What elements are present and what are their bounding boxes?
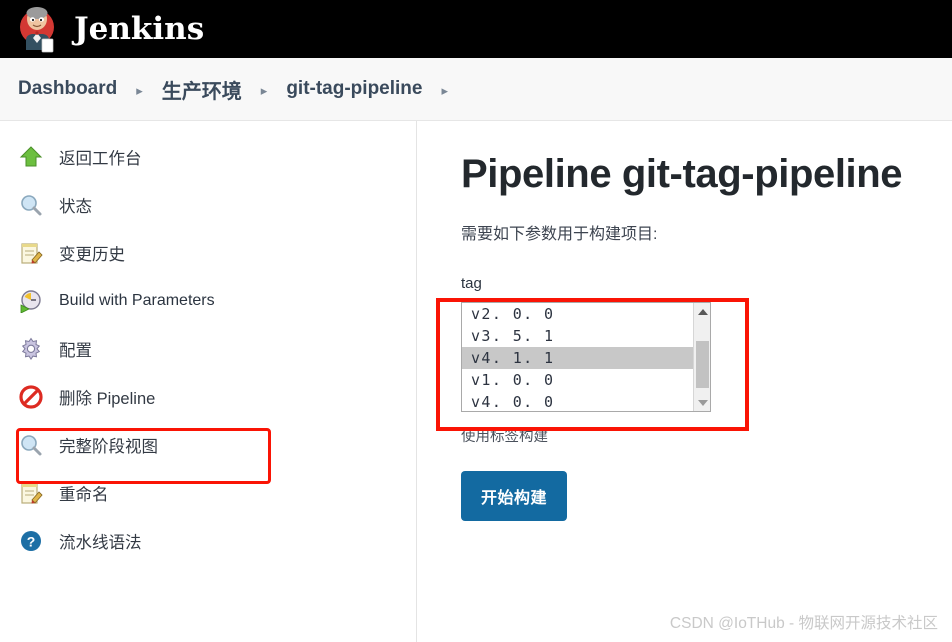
tag-select-zone: v2. 0. 0 v3. 5. 1 v4. 1. 1 v1. 0. 0 v4. … [461,302,711,412]
jenkins-butler-logo-icon[interactable] [12,4,62,54]
main-content: Pipeline git-tag-pipeline 需要如下参数用于构建项目: … [417,121,952,642]
sidebar-item-label: 流水线语法 [59,533,142,552]
sidebar-item-label: Build with Parameters [59,291,215,309]
sidebar-item-label: 完整阶段视图 [59,437,158,456]
notepad-pencil-icon [18,240,44,266]
start-build-button[interactable]: 开始构建 [461,471,568,521]
scroll-up-arrow-icon[interactable] [694,303,710,320]
magnifier-icon [18,432,44,458]
list-item[interactable]: v1. 0. 0 [462,369,710,391]
svg-text:?: ? [27,533,36,549]
chevron-right-icon: ▸ [260,82,268,98]
sidebar-item-pipeline-syntax[interactable]: ? 流水线语法 [0,527,416,554]
page-subtitle: 需要如下参数用于构建项目: [461,226,658,243]
breadcrumb-item-folder[interactable]: 生产环境 [162,75,242,104]
page-body: 返回工作台 状态 变更历史 Build with Parameters 配置 删… [0,121,952,642]
sidebar-item-delete-pipeline[interactable]: 删除 Pipeline [0,383,416,410]
sidebar-item-full-stage-view[interactable]: 完整阶段视图 [0,431,416,458]
sidebar-item-back-to-dashboard[interactable]: 返回工作台 [0,143,416,170]
watermark-text: CSDN @IoTHub - 物联网开源技术社区 [669,615,938,632]
scroll-down-arrow-icon[interactable] [694,394,710,411]
sidebar-item-label: 重命名 [59,485,109,504]
breadcrumb: Dashboard ▸ 生产环境 ▸ git-tag-pipeline ▸ [0,58,952,121]
sidebar-item-label: 删除 Pipeline [59,389,156,408]
sidebar: 返回工作台 状态 变更历史 Build with Parameters 配置 删… [0,121,417,642]
magnifier-icon [18,192,44,218]
list-item[interactable]: v4. 1. 1 [462,347,710,369]
select-scrollbar[interactable] [693,303,710,411]
app-header: Jenkins [0,0,952,58]
sidebar-item-label: 配置 [59,341,92,360]
no-entry-icon [18,384,44,410]
notepad-pencil-icon [18,480,44,506]
green-up-arrow-icon [18,144,44,170]
chevron-right-icon: ▸ [136,82,143,98]
list-item[interactable]: v3. 5. 1 [462,325,710,347]
tag-select-listbox[interactable]: v2. 0. 0 v3. 5. 1 v4. 1. 1 v1. 0. 0 v4. … [461,302,711,412]
gear-icon [18,336,44,362]
breadcrumb-item-dashboard[interactable]: Dashboard [18,78,117,100]
sidebar-item-build-with-parameters[interactable]: Build with Parameters [0,287,416,314]
sidebar-item-status[interactable]: 状态 [0,191,416,218]
help-question-icon: ? [18,528,44,554]
sidebar-item-label: 返回工作台 [59,149,142,168]
app-title: Jenkins [74,10,205,47]
sidebar-item-rename[interactable]: 重命名 [0,479,416,506]
breadcrumb-item-pipeline[interactable]: git-tag-pipeline [286,78,422,100]
page-title: Pipeline git-tag-pipeline [461,152,903,196]
breadcrumb-dropdown-chevron-icon[interactable]: ▸ [441,84,448,97]
sidebar-item-label: 变更历史 [59,245,125,264]
sidebar-item-change-history[interactable]: 变更历史 [0,239,416,266]
sidebar-item-label: 状态 [59,197,92,216]
list-item[interactable]: v4. 0. 0 [462,391,710,411]
scrollbar-thumb[interactable] [696,341,709,388]
parameter-label-tag: tag [461,275,482,292]
list-item[interactable]: v2. 0. 0 [462,303,710,325]
clock-play-icon [18,288,44,314]
sidebar-item-configure[interactable]: 配置 [0,335,416,362]
parameter-help-text: 使用标签构建 [461,429,548,445]
